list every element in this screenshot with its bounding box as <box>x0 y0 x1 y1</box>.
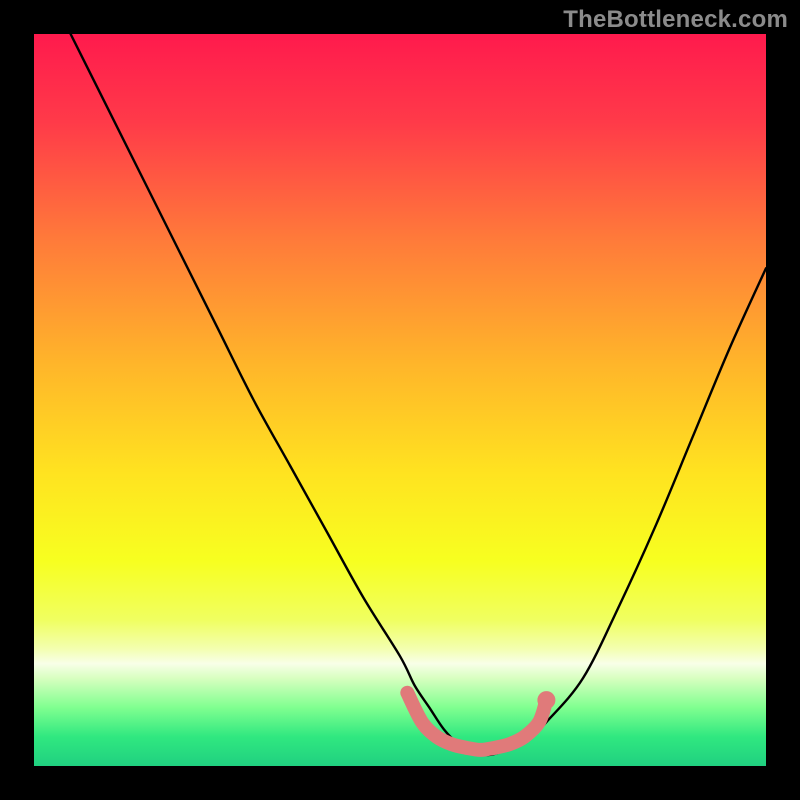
optimal-point-marker <box>537 691 555 709</box>
plot-area <box>34 34 766 766</box>
optimal-range-curve <box>407 693 546 750</box>
watermark-text: TheBottleneck.com <box>563 6 788 34</box>
bottleneck-curve <box>71 34 766 755</box>
chart-svg <box>34 34 766 766</box>
chart-frame: TheBottleneck.com <box>0 0 800 800</box>
